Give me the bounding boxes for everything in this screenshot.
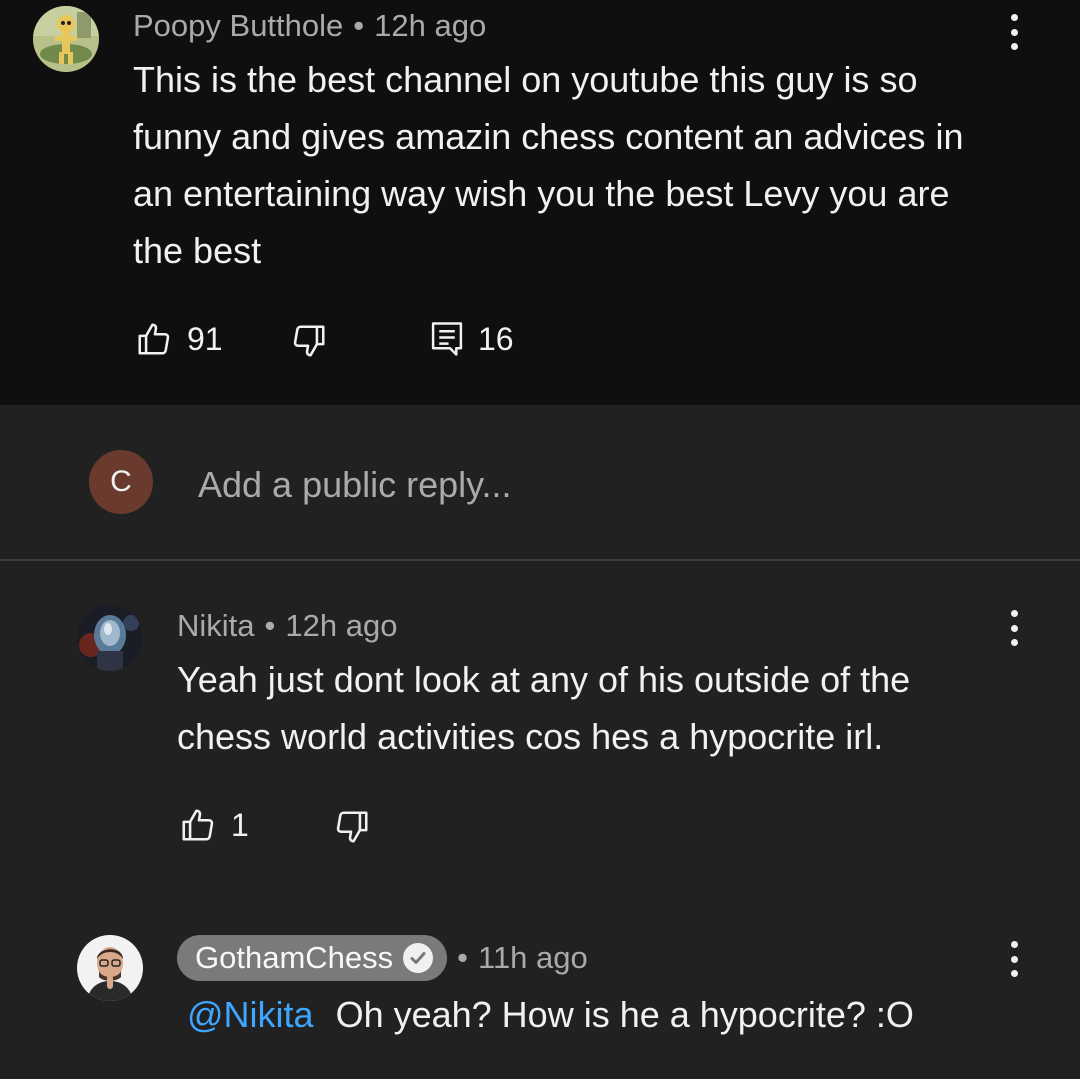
- space-helmet-avatar-icon: [77, 605, 143, 671]
- comment-meta: GothamChess • 11h ago: [177, 935, 588, 981]
- cartoon-character-avatar-icon: [33, 6, 99, 72]
- comment-text: Oh yeah? How is he a hypocrite? :O: [335, 994, 914, 1035]
- comment-line: an entertaining way wish you the best Le…: [133, 173, 950, 214]
- verified-check-icon: [403, 943, 434, 973]
- reply-input[interactable]: [198, 461, 998, 509]
- comment-time: 11h ago: [478, 940, 588, 975]
- parent-comment: Poopy Butthole • 12h ago This is the bes…: [0, 0, 1080, 405]
- dislike-button[interactable]: [333, 808, 371, 846]
- author-name[interactable]: Nikita: [177, 608, 255, 644]
- creator-name-chip[interactable]: GothamChess: [177, 935, 448, 981]
- comment-time: 12h ago: [285, 608, 398, 643]
- like-count: 1: [231, 806, 249, 843]
- author-name[interactable]: Poopy Butthole: [133, 8, 343, 44]
- comment-line: funny and gives amazin chess content an …: [133, 116, 964, 157]
- meta-separator: •: [457, 940, 468, 975]
- comment-meta: Poopy Butthole • 12h ago: [133, 8, 486, 44]
- more-options-icon[interactable]: [1002, 937, 1026, 981]
- comment-meta: Nikita • 12h ago: [177, 608, 397, 644]
- comment-icon: [430, 320, 464, 358]
- author-avatar[interactable]: [77, 935, 143, 1001]
- user-avatar: C: [89, 450, 153, 514]
- author-avatar[interactable]: [77, 605, 143, 671]
- author-name: GothamChess: [195, 940, 394, 975]
- thumbs-up-icon: [179, 806, 217, 844]
- more-options-icon[interactable]: [1002, 10, 1026, 54]
- person-avatar-icon: [77, 935, 143, 1001]
- comment-thread-screen: Poopy Butthole • 12h ago This is the bes…: [0, 0, 1080, 1079]
- reply-composer: C: [0, 405, 1080, 561]
- like-button[interactable]: 91: [135, 320, 223, 358]
- author-avatar[interactable]: [33, 6, 99, 72]
- like-button[interactable]: 1: [179, 806, 249, 844]
- meta-separator: •: [353, 8, 365, 43]
- comment-body: Yeah just dont look at any of his outsid…: [177, 651, 1037, 765]
- thumbs-up-icon: [135, 320, 173, 358]
- comment-line: This is the best channel on youtube this…: [133, 59, 918, 100]
- replies-button[interactable]: 16: [430, 320, 514, 358]
- thumbs-down-icon: [290, 322, 328, 360]
- comment-time: 12h ago: [374, 8, 487, 43]
- meta-separator: •: [264, 608, 276, 643]
- comment-body: This is the best channel on youtube this…: [133, 51, 1053, 279]
- mention-link[interactable]: @Nikita: [187, 994, 314, 1035]
- comment-line: chess world activities cos hes a hypocri…: [177, 716, 884, 757]
- comment-line: the best: [133, 230, 262, 271]
- reply-count: 16: [478, 320, 514, 357]
- more-options-icon[interactable]: [1002, 606, 1026, 650]
- comment-body: @Nikita Oh yeah? How is he a hypocrite? :…: [187, 986, 1047, 1043]
- thumbs-down-icon: [333, 808, 371, 846]
- comment-line: Yeah just dont look at any of his outsid…: [177, 659, 911, 700]
- dislike-button[interactable]: [290, 322, 328, 360]
- like-count: 91: [187, 320, 223, 357]
